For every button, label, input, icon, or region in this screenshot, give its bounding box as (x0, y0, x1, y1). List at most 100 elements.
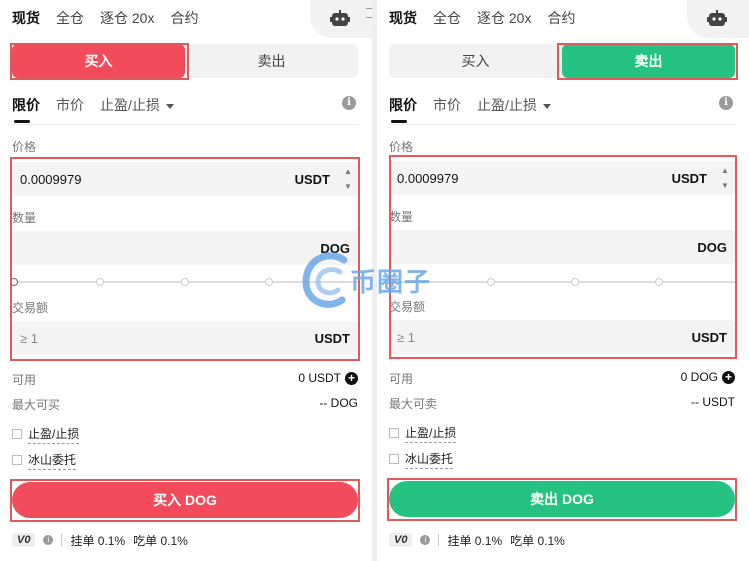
trade-mode-tabs: 现货 全仓 逐仓 20x 合约 (12, 6, 198, 30)
tab-limit[interactable]: 限价 (12, 95, 40, 123)
slider-step[interactable] (96, 278, 104, 286)
taker-fee: 吃单 0.1% (510, 533, 565, 548)
price-input[interactable]: 0.0009979 USDT ▲ ▼ (12, 162, 358, 196)
total-placeholder: ≥ 1 (20, 331, 38, 346)
price-label: 价格 (12, 140, 37, 154)
total-unit: USDT (691, 330, 727, 345)
tab-spot[interactable]: 现货 (12, 8, 40, 28)
tpsl-checkbox-row[interactable]: 止盈/止损 (389, 424, 457, 443)
maker-fee: 挂单 0.1% (70, 533, 126, 548)
iceberg-checkbox-label: 冰山委托 (28, 451, 77, 470)
plus-icon[interactable]: + (345, 371, 358, 385)
buy-tab[interactable]: 买入 (12, 44, 185, 78)
iceberg-checkbox[interactable] (389, 454, 399, 464)
buy-sell-toggle: 买入 卖出 (12, 44, 358, 78)
vip-badge: V0 (12, 533, 36, 547)
available-label: 可用 (12, 373, 37, 387)
tab-tpsl-label: 止盈/止损 (100, 97, 160, 113)
tab-cross-margin[interactable]: 全仓 (56, 8, 84, 28)
tab-cross-margin[interactable]: 全仓 (433, 8, 461, 28)
increment-icon[interactable]: ▲ (717, 163, 733, 178)
info-icon[interactable]: i (420, 535, 431, 545)
tab-futures[interactable]: 合约 (170, 8, 198, 28)
total-input[interactable]: ≥ 1 USDT (12, 321, 358, 355)
decrement-icon[interactable]: ▼ (340, 179, 356, 194)
max-sell-label: 最大可卖 (389, 397, 438, 411)
max-row: 最大可卖 -- USDT (389, 395, 735, 411)
tab-spot[interactable]: 现货 (389, 8, 417, 28)
total-unit: USDT (314, 331, 350, 346)
tpsl-checkbox-row[interactable]: 止盈/止损 (12, 425, 80, 444)
slider-step[interactable] (655, 278, 663, 286)
tpsl-checkbox[interactable] (12, 429, 22, 439)
tab-tpsl[interactable]: 止盈/止损 (100, 95, 174, 115)
vip-badge: V0 (389, 533, 413, 547)
fee-row: V0 i 挂单 0.1% 吃单 0.1% (389, 532, 565, 548)
watermark: 币圈子 (300, 250, 450, 310)
price-unit: USDT (671, 171, 707, 186)
buy-tab[interactable]: 买入 (389, 44, 562, 78)
iceberg-checkbox-row[interactable]: 冰山委托 (12, 451, 77, 470)
total-input[interactable]: ≥ 1 USDT (389, 320, 735, 354)
max-buy-label: 最大可买 (12, 398, 61, 412)
buy-button[interactable]: 买入 DOG (12, 482, 358, 518)
tab-limit[interactable]: 限价 (389, 95, 417, 123)
robot-icon (330, 10, 350, 26)
slider-step[interactable] (571, 278, 579, 286)
order-type-tabs: 限价 市价 止盈/止损 (389, 94, 551, 123)
max-sell-value: -- USDT (691, 395, 735, 409)
divider (12, 124, 358, 125)
available-row: 可用 0 USDT + (12, 371, 358, 387)
tpsl-checkbox[interactable] (389, 428, 399, 438)
iceberg-checkbox-row[interactable]: 冰山委托 (389, 450, 454, 469)
amount-label: 数量 (12, 211, 37, 225)
available-value-wrap: 0 USDT + (298, 371, 358, 385)
price-stepper[interactable]: ▲ ▼ (717, 163, 733, 193)
available-label: 可用 (389, 372, 414, 386)
plus-icon[interactable]: + (722, 370, 735, 384)
order-type-tabs: 限价 市价 止盈/止损 (12, 94, 174, 123)
increment-icon[interactable]: ▲ (340, 164, 356, 179)
watermark-logo-icon (302, 252, 348, 308)
total-placeholder: ≥ 1 (397, 330, 415, 345)
tab-market[interactable]: 市价 (56, 95, 84, 115)
taker-fee: 吃单 0.1% (133, 533, 188, 548)
available-value: 0 USDT (298, 371, 341, 385)
amount-label: 数量 (389, 210, 414, 224)
robot-icon (707, 10, 727, 26)
tab-isolated-margin[interactable]: 逐仓 20x (100, 8, 154, 28)
max-buy-value: -- DOG (319, 396, 358, 410)
slider-step[interactable] (181, 278, 189, 286)
tab-isolated-margin[interactable]: 逐仓 20x (477, 8, 531, 28)
slider-step[interactable] (487, 278, 495, 286)
price-stepper[interactable]: ▲ ▼ (340, 164, 356, 194)
buy-sell-toggle: 买入 卖出 (389, 44, 735, 78)
divider (389, 124, 735, 125)
maker-fee: 挂单 0.1% (447, 533, 503, 548)
sell-tab[interactable]: 卖出 (562, 44, 735, 78)
slider-handle[interactable] (10, 278, 18, 286)
tab-futures[interactable]: 合约 (547, 8, 575, 28)
tab-tpsl[interactable]: 止盈/止损 (477, 95, 551, 115)
tab-market[interactable]: 市价 (433, 95, 461, 115)
tab-tpsl-label: 止盈/止损 (477, 97, 537, 113)
trading-bot-button[interactable] (687, 0, 749, 38)
separator (61, 534, 63, 546)
iceberg-checkbox[interactable] (12, 455, 22, 465)
info-icon[interactable]: i (719, 96, 733, 110)
slider-step[interactable] (265, 278, 273, 286)
tpsl-checkbox-label: 止盈/止损 (405, 424, 457, 443)
decrement-icon[interactable]: ▼ (717, 178, 733, 193)
amount-unit: DOG (697, 240, 727, 255)
iceberg-checkbox-label: 冰山委托 (405, 450, 454, 469)
tpsl-checkbox-label: 止盈/止损 (28, 425, 80, 444)
price-input[interactable]: 0.0009979 USDT ▲ ▼ (389, 161, 735, 195)
trading-bot-button[interactable] (310, 0, 372, 38)
sell-button[interactable]: 卖出 DOG (389, 481, 735, 517)
info-icon[interactable]: i (43, 535, 54, 545)
total-label: 交易额 (12, 301, 49, 315)
available-value: 0 DOG (680, 370, 718, 384)
available-value-wrap: 0 DOG + (681, 370, 735, 384)
sell-tab[interactable]: 卖出 (185, 44, 358, 78)
info-icon[interactable]: i (342, 96, 356, 110)
